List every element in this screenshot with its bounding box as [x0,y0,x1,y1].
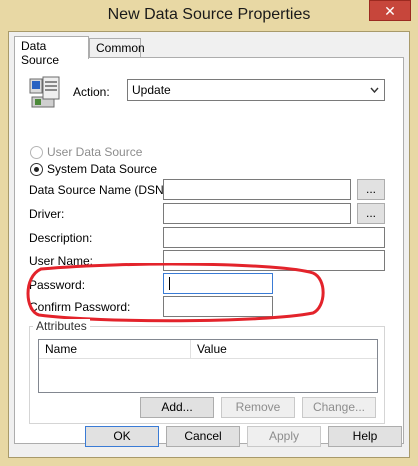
data-source-icon [29,76,60,108]
action-value: Update [132,83,171,97]
driver-label: Driver: [29,207,65,221]
add-attribute-button[interactable]: Add... [140,397,214,418]
close-button[interactable]: ✕ [369,0,411,21]
dsn-input[interactable] [163,179,351,200]
attributes-list[interactable]: Name Value [38,339,378,393]
title-bar[interactable]: New Data Source Properties ✕ [0,0,418,31]
dialog-client: Data Source Common Action: Update User D… [8,31,410,458]
close-icon: ✕ [384,3,396,19]
tab-panel-data-source: Action: Update User Data Source System D… [14,57,404,444]
column-header-value[interactable]: Value [191,340,377,359]
dsn-browse-button[interactable]: ... [357,179,385,200]
chevron-down-icon [370,87,379,93]
tab-label: Common [96,41,145,55]
action-select[interactable]: Update [127,79,385,101]
window-title: New Data Source Properties [107,6,311,23]
column-header-name[interactable]: Name [39,340,191,359]
radio-system-data-source[interactable] [30,163,43,176]
tab-common[interactable]: Common [89,38,145,59]
remove-attribute-button[interactable]: Remove [221,397,295,418]
radio-user-data-source[interactable] [30,146,43,159]
description-input[interactable] [163,227,385,248]
help-button[interactable]: Help [328,426,402,447]
red-highlight-annotation [26,263,325,323]
apply-button[interactable]: Apply [247,426,321,447]
radio-system-data-source-label: System Data Source [47,162,158,176]
radio-selected-dot [34,167,39,172]
change-attribute-button[interactable]: Change... [302,397,376,418]
cancel-button[interactable]: Cancel [166,426,240,447]
radio-user-data-source-label: User Data Source [47,145,143,159]
dsn-label: Data Source Name (DSN): [29,183,172,197]
action-label: Action: [73,85,110,99]
driver-browse-button[interactable]: ... [357,203,385,224]
ok-button[interactable]: OK [85,426,159,447]
driver-input[interactable] [163,203,351,224]
description-label: Description: [29,231,93,245]
dialog-window: New Data Source Properties ✕ Data Source… [0,0,418,466]
attributes-title: Attributes [33,319,90,333]
tab-label: Data Source [21,39,60,67]
tab-data-source[interactable]: Data Source [14,36,89,67]
